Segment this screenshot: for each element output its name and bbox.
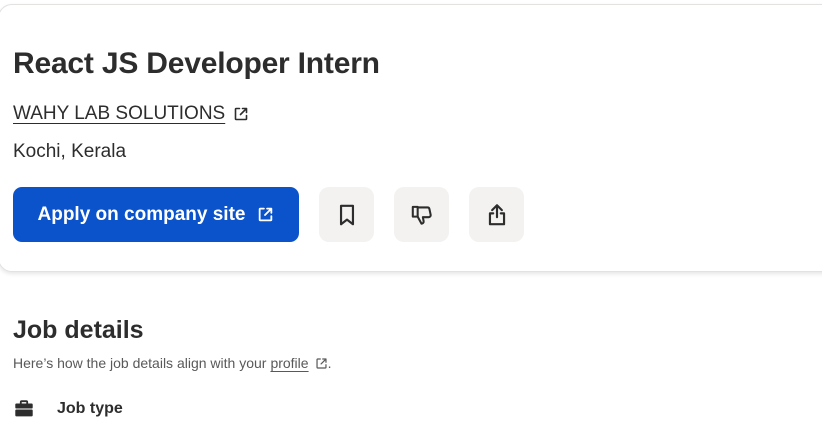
- job-details-heading: Job details: [13, 316, 144, 344]
- company-link[interactable]: WAHY LAB SOLUTIONS: [13, 103, 249, 125]
- not-interested-button[interactable]: [394, 187, 449, 242]
- job-type-row: Job type: [13, 398, 123, 420]
- job-type-label: Job type: [57, 400, 123, 417]
- share-icon: [488, 203, 505, 225]
- apply-button[interactable]: Apply on company site: [13, 187, 299, 242]
- external-link-icon: [316, 357, 327, 369]
- briefcase-icon: [15, 400, 33, 417]
- external-link-icon: [234, 107, 248, 121]
- subtitle-text: Here’s how the job details align with yo…: [13, 355, 267, 371]
- job-details-subtitle: Here’s how the job details align with yo…: [13, 355, 331, 371]
- share-button[interactable]: [469, 187, 524, 242]
- save-job-button[interactable]: [319, 187, 374, 242]
- thumbs-down-icon: [411, 205, 432, 225]
- bookmark-icon: [339, 204, 354, 225]
- external-link-icon: [259, 207, 273, 222]
- profile-link[interactable]: profile: [270, 355, 308, 371]
- apply-button-label: Apply on company site: [37, 203, 246, 225]
- job-title: React JS Developer Intern: [13, 47, 380, 80]
- company-name[interactable]: WAHY LAB SOLUTIONS: [13, 103, 225, 125]
- job-location: Kochi, Kerala: [13, 141, 127, 162]
- subtitle-period: .: [327, 355, 332, 371]
